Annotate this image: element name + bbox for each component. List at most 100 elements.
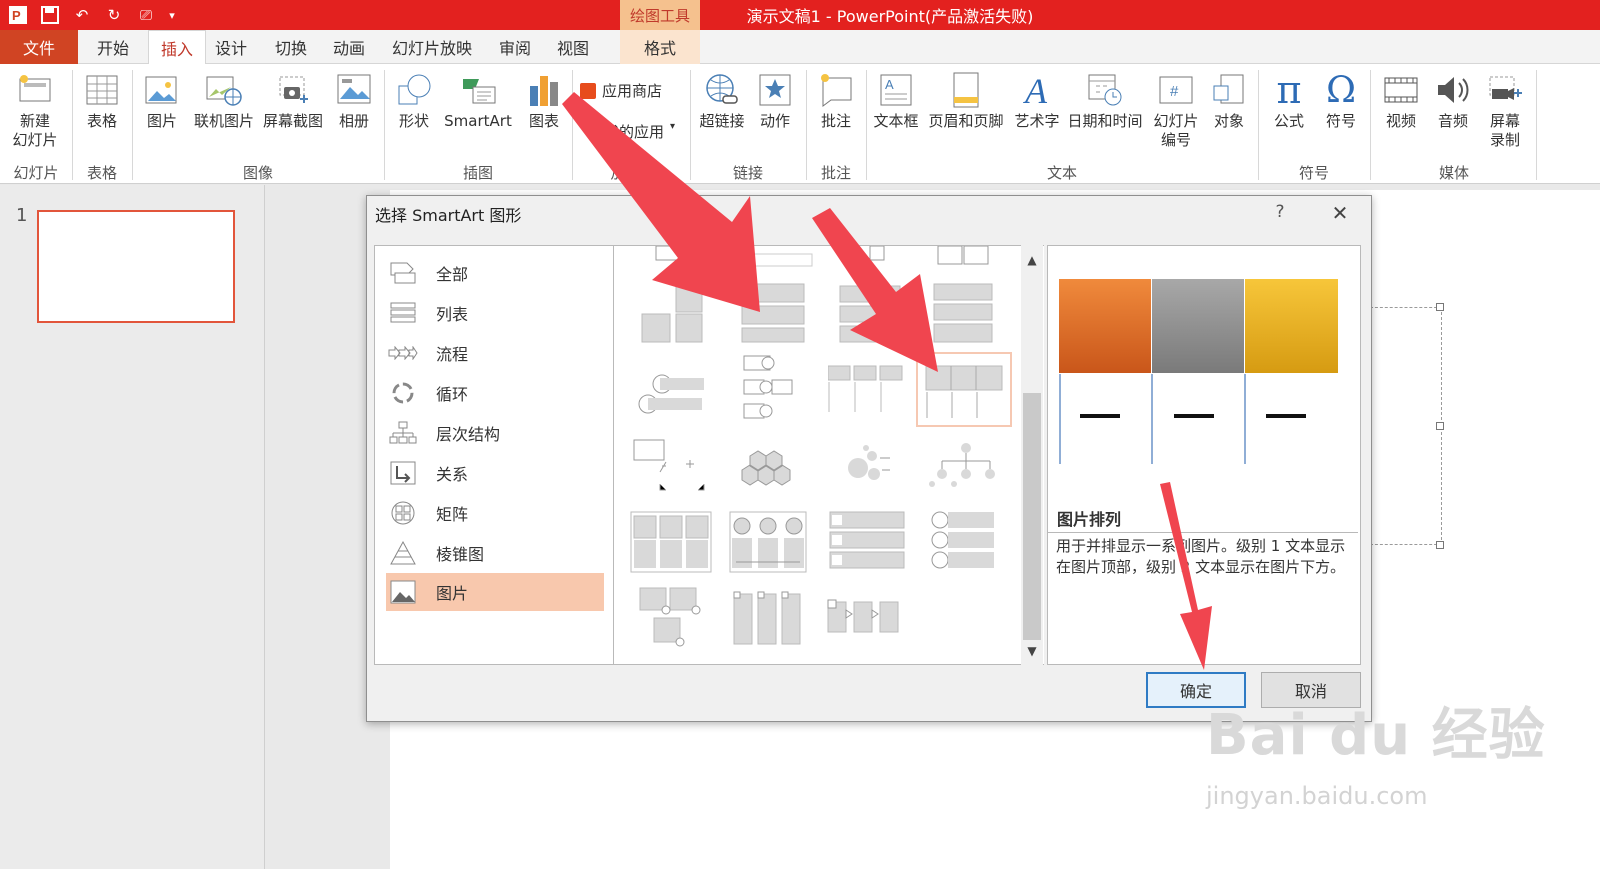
- group-label-slides: 幻灯片: [13, 164, 59, 182]
- layout-thumbnail[interactable]: [930, 510, 1010, 576]
- layout-thumbnail[interactable]: [930, 280, 1010, 346]
- tab-slideshow[interactable]: 幻灯片放映: [388, 30, 476, 64]
- picture-category-icon: [388, 579, 418, 605]
- category-cycle[interactable]: 循环: [386, 374, 604, 412]
- slide-thumbnail[interactable]: [37, 210, 235, 323]
- layout-thumbnail[interactable]: [827, 362, 908, 428]
- layout-thumbnail[interactable]: [740, 352, 820, 419]
- smartart-button[interactable]: SmartArt: [440, 70, 516, 131]
- action-button[interactable]: 动作: [750, 70, 800, 131]
- layout-thumbnail[interactable]: [926, 436, 1006, 502]
- object-icon: [1210, 70, 1248, 110]
- layout-thumbnail[interactable]: [836, 436, 916, 502]
- new-slide-button[interactable]: 新建 幻灯片: [4, 70, 66, 150]
- new-slide-icon: [16, 70, 54, 110]
- symbol-button[interactable]: Ω 符号: [1316, 70, 1366, 131]
- tab-file[interactable]: 文件: [0, 30, 78, 64]
- layout-thumbnail[interactable]: [630, 510, 714, 574]
- layout-thumbnail[interactable]: [840, 245, 920, 268]
- selected-placeholder-outline[interactable]: [1370, 307, 1442, 545]
- category-relationship[interactable]: 关系: [386, 454, 604, 492]
- tab-insert[interactable]: 插入: [148, 30, 206, 64]
- slide-number-label: 1: [16, 205, 28, 226]
- tab-home[interactable]: 开始: [90, 30, 136, 64]
- app-store-button[interactable]: 应用商店: [580, 80, 662, 101]
- screen-recording-icon: [1486, 70, 1524, 110]
- baidu-jingyan-watermark: Bai du 经验: [1206, 703, 1546, 768]
- audio-button[interactable]: 音频: [1428, 70, 1478, 131]
- group-separator: [806, 70, 807, 180]
- group-label-illustrations: 插图: [462, 164, 493, 182]
- online-picture-button[interactable]: 联机图片: [188, 70, 260, 131]
- tab-animations[interactable]: 动画: [326, 30, 372, 64]
- category-hierarchy[interactable]: 层次结构: [386, 414, 604, 452]
- comment-button[interactable]: 批注: [810, 70, 862, 131]
- film-icon: [1382, 70, 1420, 110]
- tab-transitions[interactable]: 切换: [268, 30, 314, 64]
- resize-handle[interactable]: [1436, 422, 1444, 430]
- shapes-button[interactable]: 形状: [388, 70, 440, 131]
- category-matrix[interactable]: 矩阵: [386, 494, 604, 532]
- layout-thumbnail[interactable]: [636, 280, 716, 346]
- video-button[interactable]: 视频: [1376, 70, 1426, 131]
- screen-recording-button[interactable]: 屏幕 录制: [1480, 70, 1530, 150]
- equation-button[interactable]: π 公式: [1264, 70, 1314, 131]
- layout-thumbnail[interactable]: [636, 586, 716, 652]
- slide-number-button[interactable]: # 幻灯片 编号: [1148, 70, 1204, 150]
- object-button[interactable]: 对象: [1204, 70, 1254, 131]
- layout-thumbnail[interactable]: [730, 436, 810, 502]
- resize-handle[interactable]: [1436, 541, 1444, 549]
- layout-thumbnail[interactable]: [742, 246, 822, 268]
- process-category-icon: [388, 340, 418, 366]
- help-button[interactable]: ?: [1268, 200, 1292, 224]
- redo-icon[interactable]: ↻: [102, 3, 126, 27]
- category-process[interactable]: 流程: [386, 334, 604, 372]
- picture-button[interactable]: 图片: [136, 70, 188, 131]
- scrollbar-thumb[interactable]: [1023, 393, 1041, 640]
- layout-thumbnail[interactable]: [740, 280, 820, 346]
- category-pyramid[interactable]: 棱锥图: [386, 534, 604, 572]
- tab-review[interactable]: 审阅: [492, 30, 538, 64]
- scroll-down-icon[interactable]: ▼: [1024, 643, 1040, 659]
- my-apps-button[interactable]: 我的应用 ▾: [604, 121, 675, 142]
- group-separator: [866, 70, 867, 180]
- chart-button[interactable]: 图表: [518, 70, 570, 131]
- cycle-category-icon: [388, 380, 418, 406]
- layout-picture-caption-selected[interactable]: [916, 352, 1012, 427]
- textbox-button[interactable]: A 文本框: [870, 70, 922, 131]
- close-button[interactable]: ✕: [1326, 199, 1354, 227]
- layout-thumbnail[interactable]: [636, 245, 716, 268]
- store-bag-icon: [580, 82, 596, 99]
- group-separator: [1536, 70, 1537, 180]
- tab-design[interactable]: 设计: [208, 30, 254, 64]
- layout-thumbnail[interactable]: [728, 510, 808, 574]
- datetime-button[interactable]: 日期和时间: [1064, 70, 1146, 131]
- scroll-up-icon[interactable]: ▲: [1024, 252, 1040, 268]
- layout-thumbnail[interactable]: [632, 436, 712, 502]
- layout-thumbnail[interactable]: [828, 510, 908, 576]
- layout-thumbnail[interactable]: [934, 245, 1014, 268]
- category-list-item[interactable]: 列表: [386, 294, 604, 332]
- layout-thumbnail[interactable]: [730, 586, 810, 652]
- table-button[interactable]: 表格: [76, 70, 128, 131]
- layout-thumbnail[interactable]: [636, 358, 716, 424]
- tab-view[interactable]: 视图: [550, 30, 596, 64]
- tab-format[interactable]: 格式: [620, 30, 700, 64]
- presentation-icon[interactable]: ⎚: [134, 3, 158, 27]
- hyperlink-button[interactable]: 超链接: [696, 70, 748, 131]
- layout-thumbnail[interactable]: [836, 280, 916, 346]
- header-footer-button[interactable]: 页眉和页脚: [924, 70, 1008, 131]
- undo-icon[interactable]: ↶: [70, 3, 94, 27]
- resize-handle[interactable]: [1436, 303, 1444, 311]
- layout-thumbnail[interactable]: [826, 590, 906, 656]
- save-icon[interactable]: [38, 3, 62, 27]
- dropdown-arrow-icon: ▾: [670, 121, 676, 132]
- hyperlink-globe-icon: [703, 70, 741, 110]
- svg-text:A: A: [885, 77, 894, 92]
- customize-qat-icon[interactable]: ▾: [166, 3, 178, 27]
- wordart-button[interactable]: A 艺术字: [1010, 70, 1064, 131]
- category-all[interactable]: 全部: [386, 254, 604, 292]
- album-button[interactable]: 相册: [330, 70, 378, 131]
- screenshot-button[interactable]: 屏幕截图: [260, 70, 326, 131]
- category-picture-selected[interactable]: 图片: [386, 573, 604, 611]
